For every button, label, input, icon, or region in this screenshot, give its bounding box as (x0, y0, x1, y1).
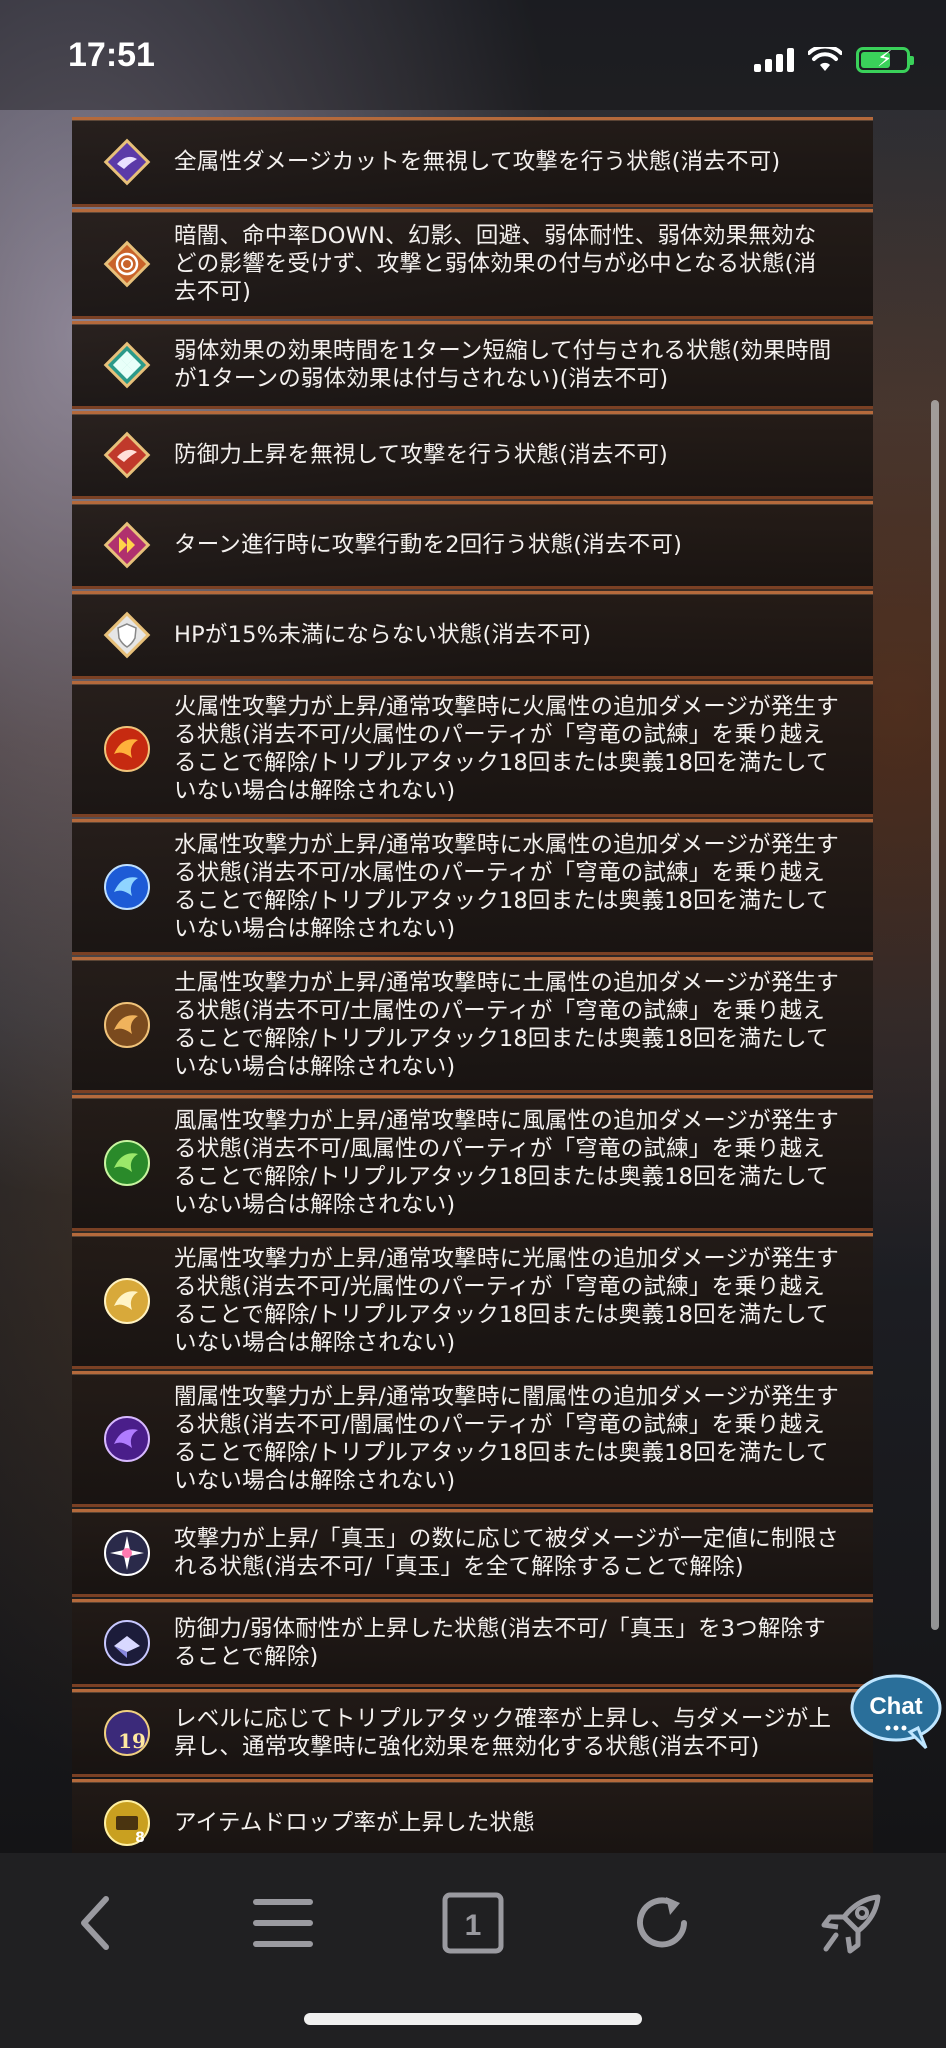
earth-orb-icon (104, 1002, 150, 1048)
list-item: 8 アイテムドロップ率が上昇した状態 (72, 1779, 873, 1853)
svg-text:8: 8 (135, 1830, 145, 1846)
item-text: 闇属性攻撃力が上昇/通常攻撃時に闇属性の追加ダメージが発生する状態(消去不可/闇… (174, 1384, 839, 1494)
list-item: 攻撃力が上昇/「真玉」の数に応じて被ダメージが一定値に制限される状態(消去不可/… (72, 1509, 873, 1597)
rocket-icon (821, 1894, 881, 1954)
item-text: 攻撃力が上昇/「真玉」の数に応じて被ダメージが一定値に制限される状態(消去不可/… (174, 1526, 839, 1580)
tabs-button[interactable]: 1 (433, 1883, 513, 1963)
list-item: 防御力上昇を無視して攻撃を行う状態(消去不可) (72, 411, 873, 499)
list-item: 闇属性攻撃力が上昇/通常攻撃時に闇属性の追加ダメージが発生する状態(消去不可/闇… (72, 1371, 873, 1507)
list-item: 防御力/弱体耐性が上昇した状態(消去不可/「真玉」を3つ解除することで解除) (72, 1599, 873, 1687)
double-arrow-icon (103, 521, 151, 569)
item-text: 風属性攻撃力が上昇/通常攻撃時に風属性の追加ダメージが発生する状態(消去不可/風… (174, 1108, 839, 1218)
list-item: 水属性攻撃力が上昇/通常攻撃時に水属性の追加ダメージが発生する状態(消去不可/水… (72, 819, 873, 955)
item-text: 土属性攻撃力が上昇/通常攻撃時に土属性の追加ダメージが発生する状態(消去不可/土… (174, 970, 839, 1080)
rocket-button[interactable] (812, 1883, 892, 1963)
status-bar: 17:51 ⚡ (0, 0, 946, 110)
menu-button[interactable] (243, 1883, 323, 1963)
purple-wings-icon (103, 138, 151, 186)
list-item: 風属性攻撃力が上昇/通常攻撃時に風属性の追加ダメージが発生する状態(消去不可/風… (72, 1095, 873, 1231)
back-icon (81, 1896, 109, 1950)
list-item: 暗闇、命中率DOWN、幻影、回避、弱体耐性、弱体効果無効などの影響を受けず、攻撃… (72, 209, 873, 319)
cellular-signal-icon (754, 48, 794, 72)
item-text: 防御力/弱体耐性が上昇した状態(消去不可/「真玉」を3つ解除することで解除) (174, 1616, 826, 1670)
fire-orb-icon (104, 726, 150, 772)
reload-button[interactable] (622, 1883, 702, 1963)
svg-text:Chat: Chat (869, 1693, 922, 1720)
status-effect-list[interactable]: 全属性ダメージカットを無視して攻撃を行う状態(消去不可) 暗闇、命中率DOWN、… (72, 117, 873, 1853)
orange-spiral-icon (103, 240, 151, 288)
water-orb-icon (104, 864, 150, 910)
level-19-icon: 19 (104, 1710, 150, 1756)
reload-icon (637, 1897, 687, 1948)
white-shield-icon (103, 611, 151, 659)
item-text: 暗闇、命中率DOWN、幻影、回避、弱体耐性、弱体効果無効などの影響を受けず、攻撃… (174, 223, 817, 305)
list-item: 弱体効果の効果時間を1ターン短縮して付与される状態(効果時間が1ターンの弱体効果… (72, 321, 873, 409)
rainbow-orb-icon (104, 1530, 150, 1576)
list-item: HPが15%未満にならない状態(消去不可) (72, 591, 873, 679)
item-text: 光属性攻撃力が上昇/通常攻撃時に光属性の追加ダメージが発生する状態(消去不可/光… (174, 1246, 839, 1356)
menu-icon (253, 1899, 313, 1947)
list-item: 19 レベルに応じてトリプルアタック確率が上昇し、与ダメージが上昇し、通常攻撃時… (72, 1689, 873, 1777)
item-text: 防御力上昇を無視して攻撃を行う状態(消去不可) (174, 442, 668, 468)
item-text: レベルに応じてトリプルアタック確率が上昇し、与ダメージが上昇し、通常攻撃時に強化… (174, 1706, 832, 1760)
crystal-orb-icon (104, 1620, 150, 1666)
item-text: HPが15%未満にならない状態(消去不可) (174, 622, 592, 648)
scrollbar[interactable] (931, 400, 939, 1630)
item-text: 全属性ダメージカットを無視して攻撃を行う状態(消去不可) (174, 149, 781, 175)
status-time: 17:51 (68, 36, 155, 74)
item-text: 弱体効果の効果時間を1ターン短縮して付与される状態(効果時間が1ターンの弱体効果… (174, 338, 832, 392)
item-text: 火属性攻撃力が上昇/通常攻撃時に火属性の追加ダメージが発生する状態(消去不可/火… (174, 694, 839, 804)
list-item: 火属性攻撃力が上昇/通常攻撃時に火属性の追加ダメージが発生する状態(消去不可/火… (72, 681, 873, 817)
list-item: 土属性攻撃力が上昇/通常攻撃時に土属性の追加ダメージが発生する状態(消去不可/土… (72, 957, 873, 1093)
svg-text:19: 19 (118, 1729, 146, 1753)
red-wings-icon (103, 431, 151, 479)
tabs-icon: 1 (442, 1892, 504, 1954)
teal-diamond-icon (103, 341, 151, 389)
back-button[interactable] (56, 1883, 136, 1963)
item-text: ターン進行時に攻撃行動を2回行う状態(消去不可) (174, 532, 683, 558)
home-indicator[interactable] (304, 2013, 642, 2025)
list-item: 光属性攻撃力が上昇/通常攻撃時に光属性の追加ダメージが発生する状態(消去不可/光… (72, 1233, 873, 1369)
item-drop-icon: 8 (104, 1800, 150, 1846)
list-item: 全属性ダメージカットを無視して攻撃を行う状態(消去不可) (72, 117, 873, 207)
light-orb-icon (104, 1278, 150, 1324)
item-text: 水属性攻撃力が上昇/通常攻撃時に水属性の追加ダメージが発生する状態(消去不可/水… (174, 832, 839, 942)
wifi-icon (808, 47, 842, 71)
svg-text:1: 1 (465, 1909, 482, 1942)
item-text: アイテムドロップ率が上昇した状態 (174, 1810, 535, 1836)
list-item: ターン進行時に攻撃行動を2回行う状態(消去不可) (72, 501, 873, 589)
wind-orb-icon (104, 1140, 150, 1186)
dark-orb-icon (104, 1416, 150, 1462)
status-icons: ⚡ (754, 42, 914, 78)
chat-button[interactable]: Chat (848, 1672, 944, 1752)
battery-icon: ⚡ (856, 47, 914, 73)
